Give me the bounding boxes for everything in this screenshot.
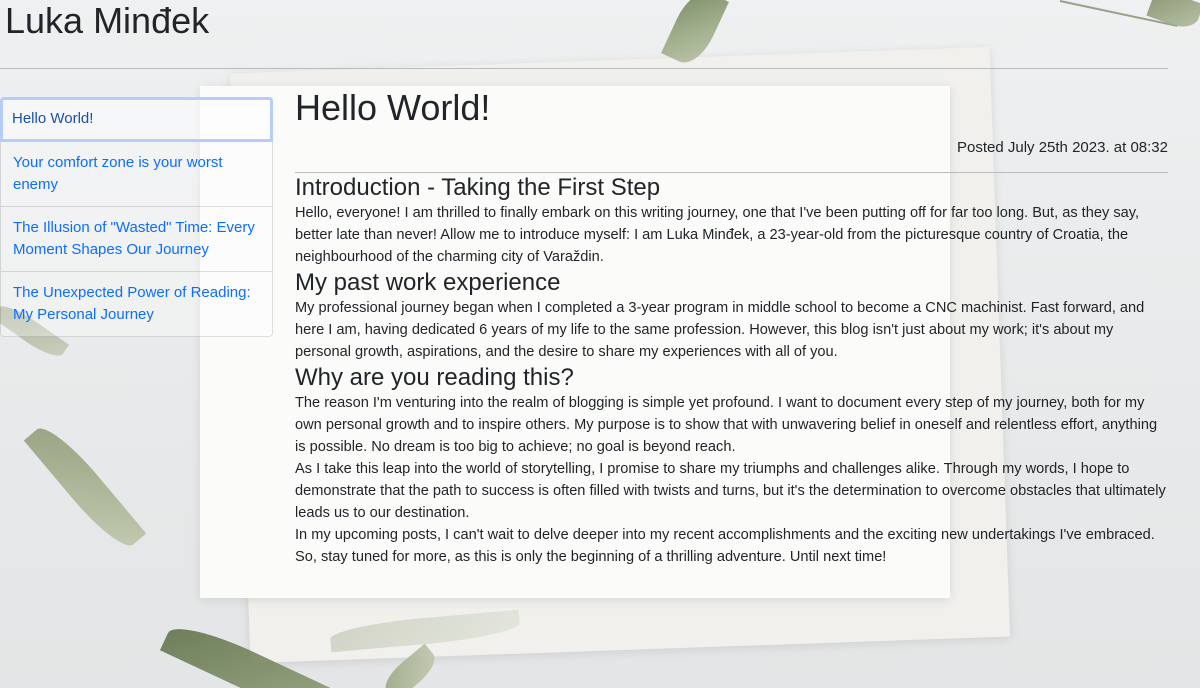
post-list-sidebar: Hello World! Your comfort zone is your w… <box>0 97 273 337</box>
section-heading: My past work experience <box>295 269 561 296</box>
post-title: Hello World! <box>295 87 491 128</box>
site-title: Luka Minđek <box>5 0 210 41</box>
header-divider <box>0 68 1168 69</box>
sidebar-item-power-of-reading[interactable]: The Unexpected Power of Reading: My Pers… <box>0 272 273 337</box>
olive-leaf-decoration <box>23 418 147 556</box>
olive-leaf-decoration <box>1146 0 1200 33</box>
post-paragraph: As I take this leap into the world of st… <box>295 461 1166 521</box>
post-article: Hello World! Posted July 25th 2023. at 0… <box>295 87 1168 568</box>
post-paragraph: In my upcoming posts, I can't wait to de… <box>295 527 1155 565</box>
post-paragraph: Hello, everyone! I am thrilled to finall… <box>295 205 1139 265</box>
post-paragraph: The reason I'm venturing into the realm … <box>295 395 1158 455</box>
sidebar-item-hello-world[interactable]: Hello World! <box>0 97 273 142</box>
post-date: Posted July 25th 2023. at 08:32 <box>957 139 1168 156</box>
section-heading: Why are you reading this? <box>295 364 574 391</box>
sidebar-item-comfort-zone[interactable]: Your comfort zone is your worst enemy <box>0 142 273 207</box>
sidebar-item-wasted-time[interactable]: The Illusion of "Wasted" Time: Every Mom… <box>0 207 273 272</box>
section-heading: Introduction - Taking the First Step <box>295 174 661 201</box>
post-paragraph: My professional journey began when I com… <box>295 300 1145 360</box>
